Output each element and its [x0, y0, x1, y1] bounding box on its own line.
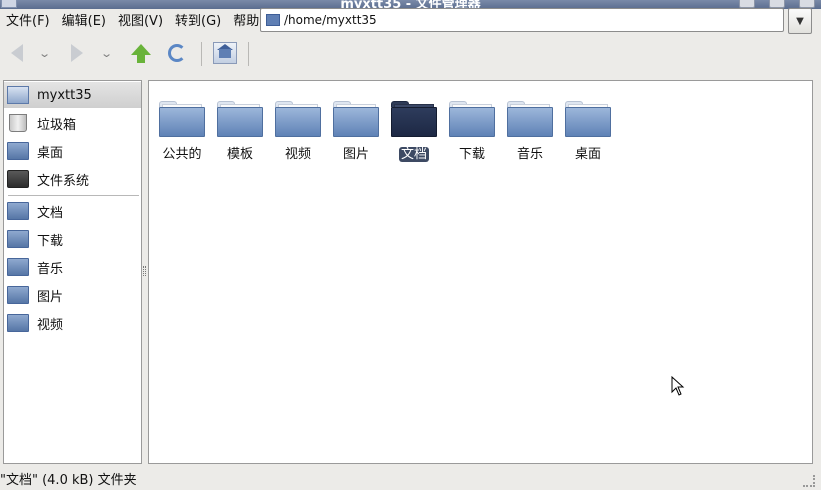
menu-view[interactable]: 视图(V): [112, 9, 169, 34]
folder-label: 图片: [342, 147, 369, 162]
sidebar-item-documents[interactable]: 文档: [4, 198, 141, 224]
folder-item-downloads[interactable]: 下载: [443, 97, 501, 162]
home-icon: [219, 49, 231, 58]
folder-icon: [507, 101, 553, 137]
side-pane[interactable]: myxtt35 垃圾箱 桌面 文件系统 文档 下载 音乐 图片 视频: [3, 80, 142, 464]
home-folder-icon: [266, 14, 280, 26]
pane-splitter-handle[interactable]: [143, 266, 146, 276]
drive-icon: [7, 170, 29, 188]
folder-label: 桌面: [574, 147, 601, 162]
up-button[interactable]: [130, 40, 152, 66]
folder-label: 模板: [226, 147, 253, 162]
sidebar-item-pictures[interactable]: 图片: [4, 282, 141, 308]
back-history-button[interactable]: ⌄: [36, 40, 54, 66]
trash-icon: [9, 114, 27, 132]
forward-button[interactable]: [66, 40, 88, 66]
mouse-cursor-icon: [671, 376, 685, 396]
menu-go[interactable]: 转到(G): [169, 9, 227, 34]
menu-edit[interactable]: 编辑(E): [56, 9, 112, 34]
sidebar-item-filesystem[interactable]: 文件系统: [4, 166, 141, 192]
file-view[interactable]: 公共的 模板 视频 图片 文档 下载 音乐 桌面: [148, 80, 813, 464]
up-arrow-stem: [137, 54, 145, 63]
location-history-dropdown[interactable]: ▼: [788, 8, 812, 34]
sidebar-item-downloads[interactable]: 下载: [4, 226, 141, 252]
folder-icon: [159, 101, 205, 137]
folder-icon: [275, 101, 321, 137]
folder-item-music[interactable]: 音乐: [501, 97, 559, 162]
sidebar-item-label: 音乐: [37, 261, 64, 277]
folder-icon: [7, 202, 29, 220]
home-icon: [7, 86, 29, 104]
folder-icon: [333, 101, 379, 137]
folder-label: 视频: [284, 147, 311, 162]
folder-label: 公共的: [162, 147, 202, 162]
folder-item-documents[interactable]: 文档: [385, 97, 443, 162]
folder-icon: [449, 101, 495, 137]
sidebar-item-trash[interactable]: 垃圾箱: [4, 110, 141, 136]
folder-icon: [7, 286, 29, 304]
forward-arrow-icon: [71, 44, 83, 62]
location-path[interactable]: /home/myxtt35: [284, 13, 377, 27]
location-entry[interactable]: /home/myxtt35: [260, 8, 784, 32]
maximize-button[interactable]: [769, 0, 785, 8]
folder-icon: [7, 258, 29, 276]
menu-file[interactable]: 文件(F): [0, 9, 56, 34]
sidebar-item-home[interactable]: myxtt35: [4, 82, 141, 108]
folder-item-pictures[interactable]: 图片: [327, 97, 385, 162]
folder-icon: [391, 101, 437, 137]
folder-label: 文档: [398, 147, 429, 162]
sidebar-item-label: 垃圾箱: [37, 117, 77, 133]
folder-label: 音乐: [516, 147, 543, 162]
up-arrow-icon: [131, 43, 151, 55]
folder-item-desktop[interactable]: 桌面: [559, 97, 617, 162]
chevron-down-icon: ⌄: [100, 46, 114, 60]
back-button[interactable]: [6, 40, 28, 66]
close-button[interactable]: [799, 0, 815, 8]
sidebar-separator: [8, 195, 139, 196]
sidebar-item-label: 下载: [37, 233, 64, 249]
sidebar-item-label: 桌面: [37, 145, 64, 161]
chevron-down-icon: ▼: [796, 15, 804, 27]
sidebar-item-label: myxtt35: [37, 87, 92, 103]
sidebar-item-music[interactable]: 音乐: [4, 254, 141, 280]
toolbar: ⌄ ⌄: [0, 34, 821, 74]
reload-icon: [168, 44, 186, 62]
folder-item-public[interactable]: 公共的: [153, 97, 211, 162]
sidebar-item-videos[interactable]: 视频: [4, 310, 141, 336]
folder-icon: [7, 230, 29, 248]
sidebar-item-label: 文档: [37, 205, 64, 221]
sidebar-item-desktop[interactable]: 桌面: [4, 138, 141, 164]
status-bar: "文档" (4.0 kB) 文件夹: [0, 467, 821, 490]
sidebar-item-label: 视频: [37, 317, 64, 333]
resize-grip[interactable]: [803, 475, 815, 487]
status-text: "文档" (4.0 kB) 文件夹: [0, 473, 137, 488]
folder-icon: [7, 142, 29, 160]
folder-icon: [565, 101, 611, 137]
sidebar-item-label: 图片: [37, 289, 64, 305]
chevron-down-icon: ⌄: [38, 46, 52, 60]
reload-button[interactable]: [166, 40, 188, 66]
folder-icon: [7, 314, 29, 332]
back-arrow-icon: [11, 44, 23, 62]
toolbar-separator: [201, 42, 202, 66]
forward-history-button[interactable]: ⌄: [98, 40, 116, 66]
home-button[interactable]: [213, 42, 237, 64]
folder-item-videos[interactable]: 视频: [269, 97, 327, 162]
minimize-button[interactable]: [739, 0, 755, 8]
sidebar-item-label: 文件系统: [37, 173, 90, 189]
folder-item-templates[interactable]: 模板: [211, 97, 269, 162]
folder-icon: [217, 101, 263, 137]
folder-label: 下载: [458, 147, 485, 162]
toolbar-separator: [248, 42, 249, 66]
